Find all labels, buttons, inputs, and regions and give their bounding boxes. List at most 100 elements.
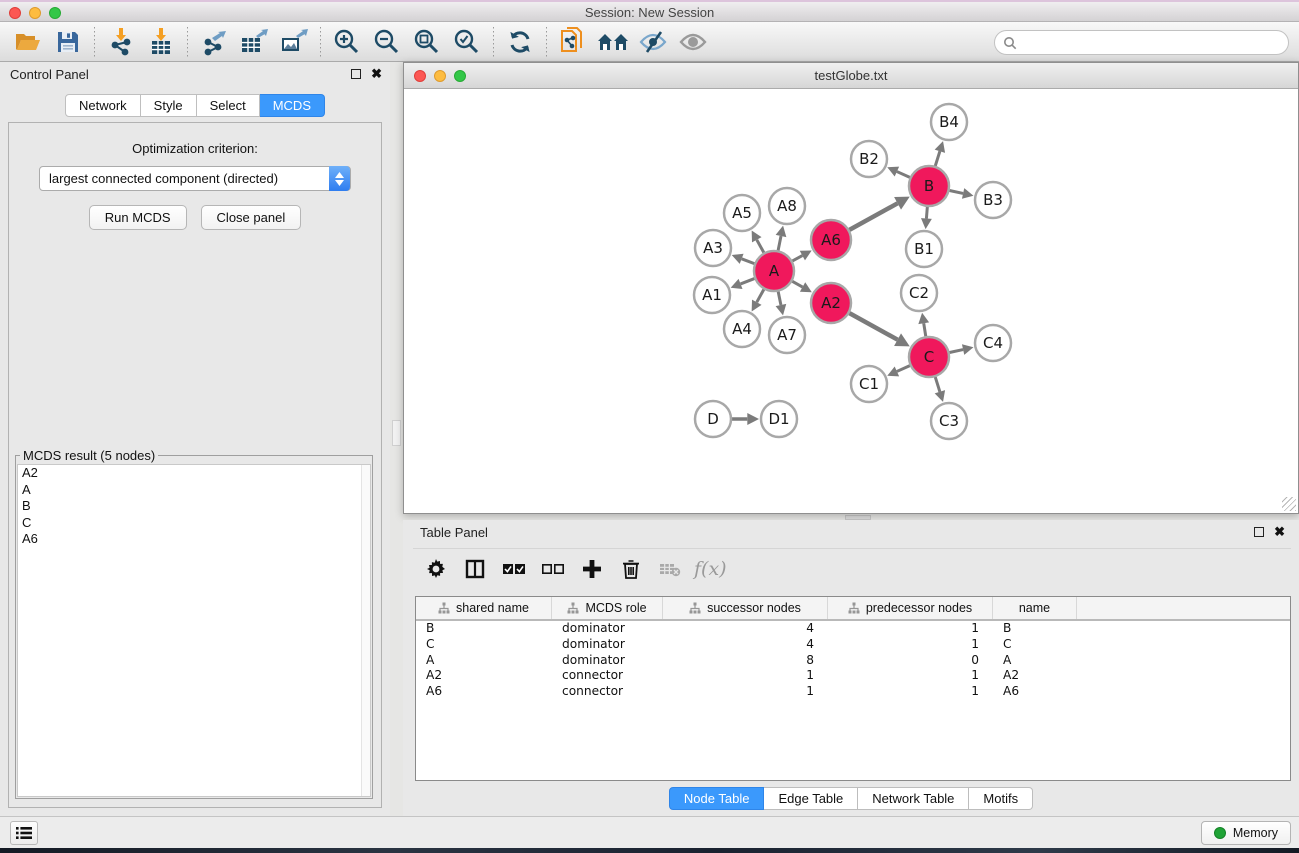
- table-cell[interactable]: A6: [993, 684, 1077, 700]
- zoom-fit-icon[interactable]: [407, 25, 447, 59]
- close-panel-button[interactable]: Close panel: [201, 205, 302, 230]
- zoom-in-icon[interactable]: [327, 25, 367, 59]
- table-cell[interactable]: 4: [663, 621, 828, 637]
- clone-network-icon[interactable]: [553, 25, 593, 59]
- show-graphics-details-icon[interactable]: [673, 25, 713, 59]
- float-panel-icon[interactable]: [351, 69, 361, 79]
- table-row[interactable]: A2connector11A2: [416, 668, 1290, 684]
- network-window-titlebar[interactable]: testGlobe.txt: [404, 63, 1298, 89]
- export-image-icon[interactable]: [274, 25, 314, 59]
- export-network-icon[interactable]: [194, 25, 234, 59]
- edge-A-A1: [741, 279, 755, 284]
- network-canvas[interactable]: B4B2BB3A8A5A6A3B1AC2A1A2A4A7C4CC1C3DD1: [405, 90, 1297, 512]
- table-cell[interactable]: A: [993, 653, 1077, 669]
- table-cell[interactable]: C: [416, 637, 552, 653]
- table-cell[interactable]: 4: [663, 637, 828, 653]
- table-row[interactable]: A6connector11A6: [416, 684, 1290, 700]
- table-cell[interactable]: connector: [552, 668, 663, 684]
- search-field[interactable]: [994, 30, 1289, 55]
- table-cell[interactable]: 0: [828, 653, 993, 669]
- column-header-successor-nodes[interactable]: successor nodes: [663, 597, 828, 619]
- add-column-icon[interactable]: [577, 554, 607, 584]
- table-cell[interactable]: 1: [828, 621, 993, 637]
- result-list-item[interactable]: A6: [18, 531, 370, 548]
- table-cell[interactable]: A2: [416, 668, 552, 684]
- network-graph[interactable]: B4B2BB3A8A5A6A3B1AC2A1A2A4A7C4CC1C3DD1: [405, 90, 1298, 514]
- table-cell[interactable]: 8: [663, 653, 828, 669]
- table-cell[interactable]: 1: [663, 684, 828, 700]
- columns-icon[interactable]: [460, 554, 490, 584]
- mcds-result-list: A2ABCA6: [17, 464, 371, 797]
- delete-table-icon[interactable]: [655, 554, 685, 584]
- table-cell[interactable]: 1: [828, 637, 993, 653]
- table-row[interactable]: Adominator80A: [416, 653, 1290, 669]
- gear-icon[interactable]: [421, 554, 451, 584]
- table-cell[interactable]: dominator: [552, 653, 663, 669]
- column-header-predecessor-nodes[interactable]: predecessor nodes: [828, 597, 993, 619]
- save-session-icon[interactable]: [48, 25, 88, 59]
- task-history-button[interactable]: [10, 821, 38, 845]
- result-list-item[interactable]: C: [18, 515, 370, 532]
- result-list-item[interactable]: A2: [18, 465, 370, 482]
- column-header-shared-name[interactable]: shared name: [416, 597, 552, 619]
- result-list-item[interactable]: A: [18, 482, 370, 499]
- run-mcds-button[interactable]: Run MCDS: [89, 205, 187, 230]
- table-cell[interactable]: A: [416, 653, 552, 669]
- delete-column-icon[interactable]: [616, 554, 646, 584]
- table-cell[interactable]: A6: [416, 684, 552, 700]
- close-table-panel-icon[interactable]: ✖: [1274, 525, 1285, 538]
- refresh-layout-icon[interactable]: [500, 25, 540, 59]
- table-cell[interactable]: 1: [663, 668, 828, 684]
- table-cell[interactable]: dominator: [552, 621, 663, 637]
- network-window-title: testGlobe.txt: [404, 68, 1298, 83]
- table-cell[interactable]: B: [993, 621, 1077, 637]
- memory-button[interactable]: Memory: [1201, 821, 1291, 845]
- table-row[interactable]: Cdominator41C: [416, 637, 1290, 653]
- table-row[interactable]: Bdominator41B: [416, 621, 1290, 637]
- column-header-label: name: [1019, 601, 1050, 615]
- import-table-icon[interactable]: [141, 25, 181, 59]
- import-network-icon[interactable]: [101, 25, 141, 59]
- tab-network[interactable]: Network: [65, 94, 141, 117]
- node-label-B: B: [924, 177, 934, 195]
- close-panel-icon[interactable]: ✖: [371, 67, 382, 80]
- table-cell[interactable]: C: [993, 637, 1077, 653]
- open-file-icon[interactable]: [8, 25, 48, 59]
- table-cell[interactable]: 1: [828, 668, 993, 684]
- toolbar-separator: [493, 27, 494, 57]
- function-builder-icon[interactable]: f(x): [694, 558, 727, 580]
- tab-mcds[interactable]: MCDS: [260, 94, 325, 117]
- table-cell[interactable]: B: [416, 621, 552, 637]
- table-cell[interactable]: connector: [552, 684, 663, 700]
- node-label-B2: B2: [859, 150, 879, 168]
- column-header-MCDS-role[interactable]: MCDS role: [552, 597, 663, 619]
- memory-status-icon: [1214, 827, 1226, 839]
- tab-style[interactable]: Style: [141, 94, 197, 117]
- table-cell[interactable]: 1: [828, 684, 993, 700]
- tab-edge-table[interactable]: Edge Table: [764, 787, 858, 810]
- table-header: shared nameMCDS rolesuccessor nodesprede…: [416, 597, 1290, 621]
- titlebar: Session: New Session: [0, 0, 1299, 22]
- float-table-panel-icon[interactable]: [1254, 527, 1264, 537]
- tab-motifs[interactable]: Motifs: [969, 787, 1033, 810]
- export-table-icon[interactable]: [234, 25, 274, 59]
- hide-details-icon[interactable]: [633, 25, 673, 59]
- zoom-out-icon[interactable]: [367, 25, 407, 59]
- resize-grip-icon[interactable]: [1282, 497, 1296, 511]
- tab-node-table[interactable]: Node Table: [669, 787, 765, 810]
- result-scrollbar[interactable]: [361, 465, 370, 796]
- vertical-divider-grip[interactable]: [392, 420, 401, 446]
- criterion-select[interactable]: largest connected component (directed): [39, 166, 351, 191]
- select-all-icon[interactable]: [499, 554, 529, 584]
- table-cell[interactable]: A2: [993, 668, 1077, 684]
- tab-network-table[interactable]: Network Table: [858, 787, 969, 810]
- node-label-A3: A3: [703, 239, 723, 257]
- tab-select[interactable]: Select: [197, 94, 260, 117]
- deselect-all-icon[interactable]: [538, 554, 568, 584]
- zoom-selected-icon[interactable]: [447, 25, 487, 59]
- table-cell[interactable]: dominator: [552, 637, 663, 653]
- home-panels-icon[interactable]: [593, 25, 633, 59]
- search-input[interactable]: [1022, 36, 1288, 50]
- result-list-item[interactable]: B: [18, 498, 370, 515]
- column-header-name[interactable]: name: [993, 597, 1077, 619]
